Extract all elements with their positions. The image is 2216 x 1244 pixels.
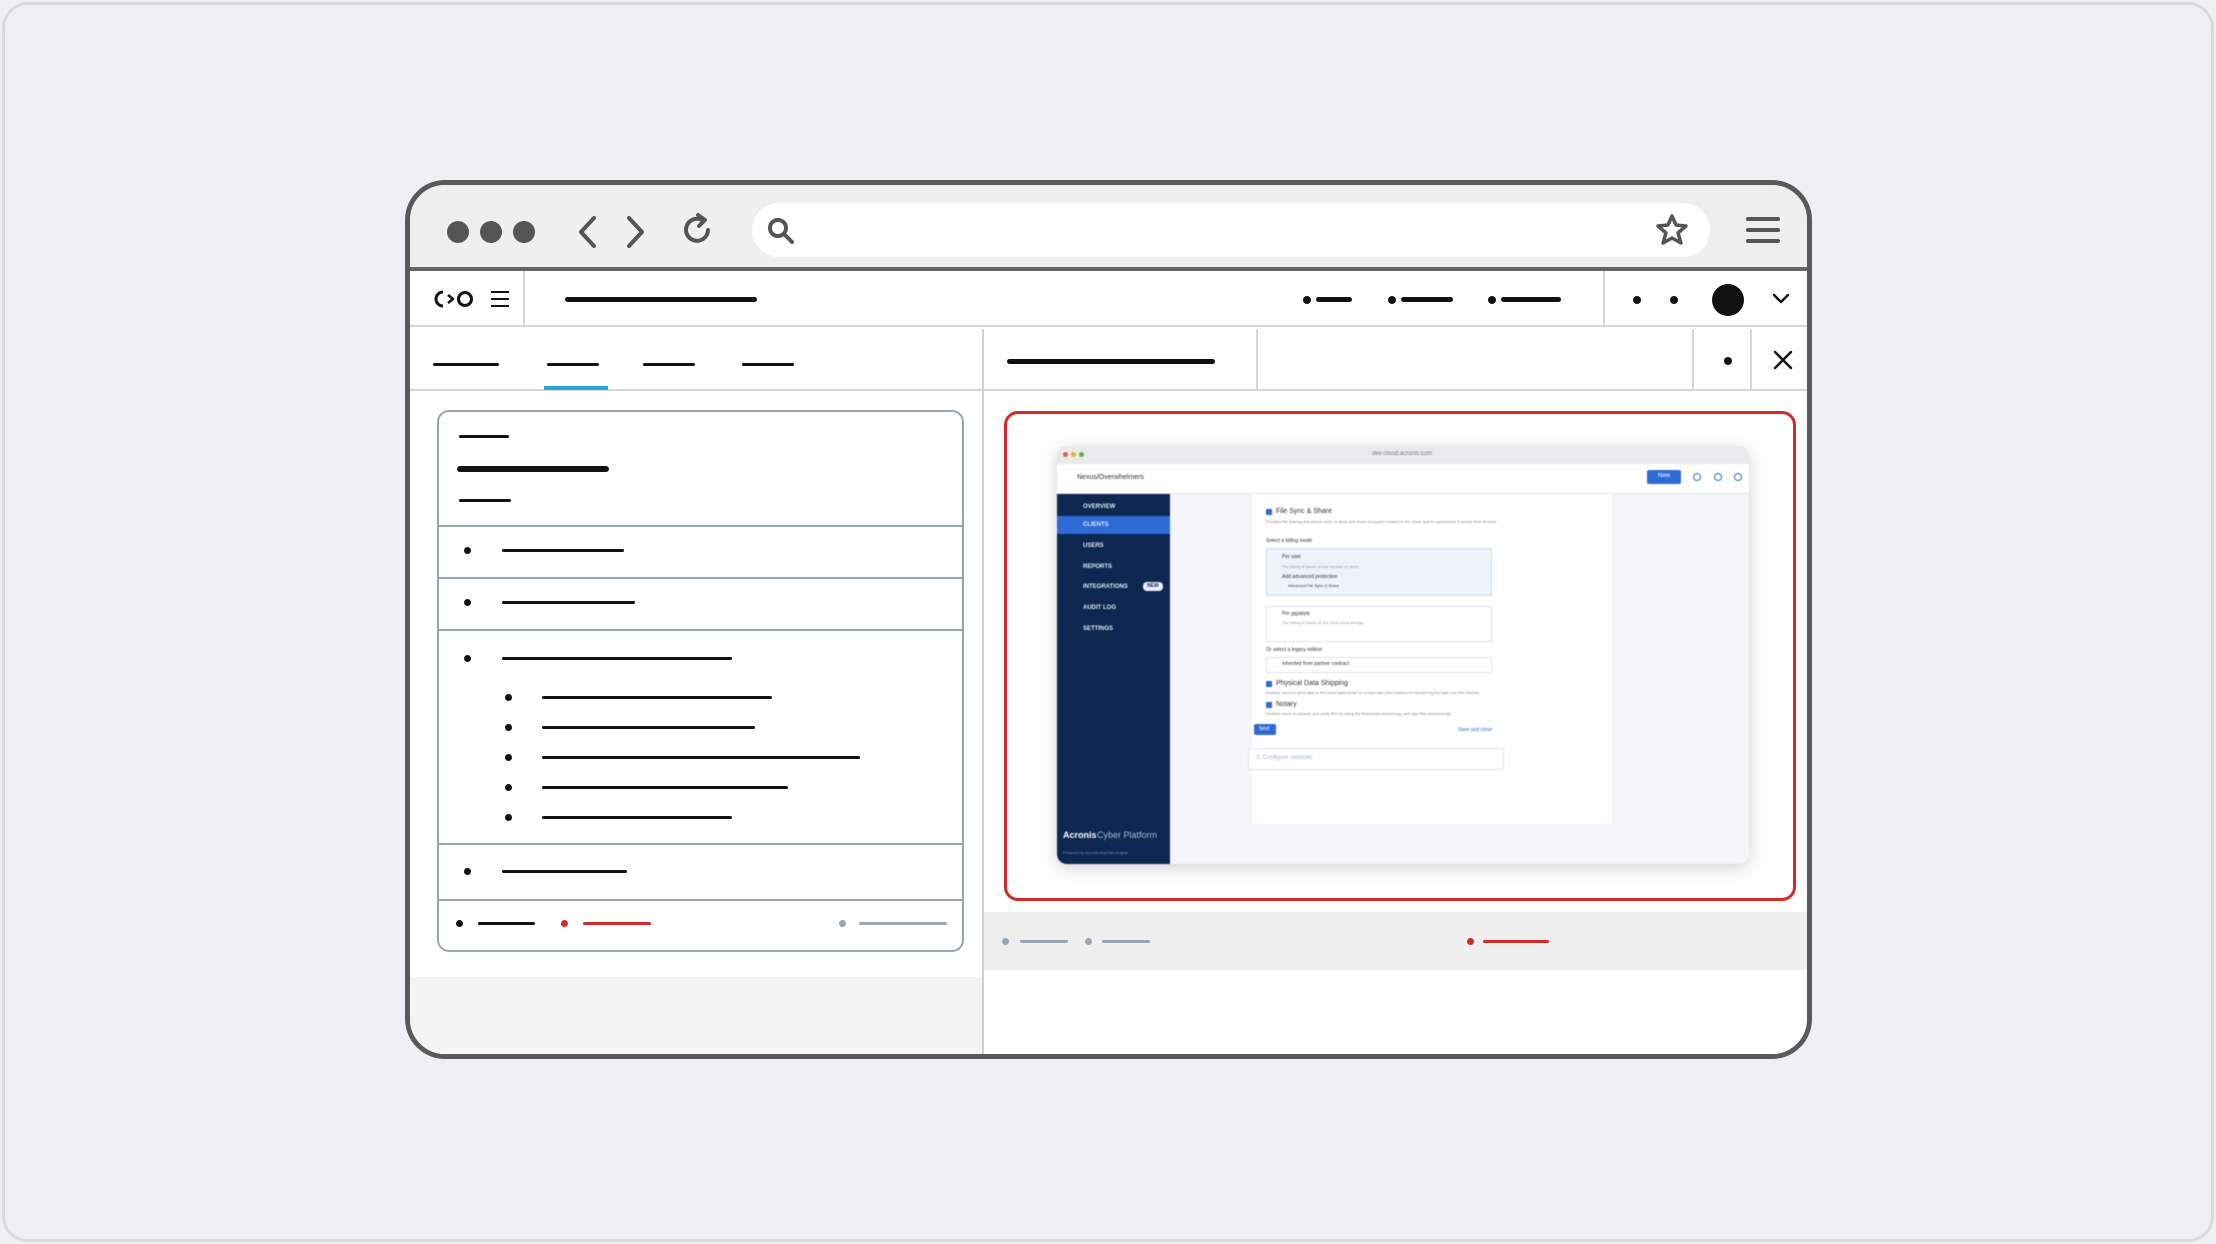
- menu-icon[interactable]: [1746, 215, 1780, 245]
- active-tab-indicator: [544, 386, 608, 390]
- list-item[interactable]: [502, 870, 627, 873]
- header-action-dot[interactable]: [1633, 296, 1641, 304]
- tab-3[interactable]: [643, 363, 695, 366]
- active-panel-tab[interactable]: [1007, 359, 1215, 364]
- footer-link-muted[interactable]: [859, 922, 947, 925]
- right-pane-footer: [984, 912, 1807, 970]
- list-item[interactable]: [502, 601, 635, 604]
- tab-divider: [1256, 329, 1258, 391]
- back-icon[interactable]: [576, 215, 600, 249]
- tab-divider: [1750, 329, 1752, 391]
- reload-icon[interactable]: [678, 211, 716, 249]
- window-dot-icon[interactable]: [480, 221, 502, 243]
- nav-link[interactable]: [1316, 297, 1352, 302]
- footer-bullet-muted: [1002, 938, 1009, 945]
- sub-bullet: [505, 814, 512, 821]
- header-divider: [1603, 271, 1605, 327]
- list-bullet: [464, 547, 471, 554]
- forward-icon[interactable]: [623, 215, 647, 249]
- list-bullet: [464, 599, 471, 606]
- close-icon[interactable]: [1773, 350, 1793, 370]
- sub-bullet: [505, 724, 512, 731]
- screenshot-preview-frame: dev-cloud.acronis.com Nexus/Overwhelmers…: [1004, 411, 1796, 901]
- card-subtitle: [459, 499, 511, 502]
- sub-list-item[interactable]: [542, 786, 788, 789]
- tab-1[interactable]: [433, 363, 499, 366]
- details-card: [437, 410, 964, 952]
- embedded-screenshot: dev-cloud.acronis.com Nexus/Overwhelmers…: [1057, 446, 1749, 864]
- footer-bullet-muted: [1085, 938, 1092, 945]
- list-bullet: [464, 655, 471, 662]
- sub-bullet: [505, 784, 512, 791]
- panel-action-dot[interactable]: [1724, 357, 1732, 365]
- app-header: [410, 271, 1807, 327]
- header-action-dot[interactable]: [1670, 296, 1678, 304]
- window-dot-icon[interactable]: [513, 221, 535, 243]
- sub-bullet: [505, 754, 512, 761]
- left-pane-footer: [410, 977, 984, 1054]
- avatar[interactable]: [1712, 284, 1744, 316]
- nav-link[interactable]: [1501, 297, 1561, 302]
- app-logo-icon: [434, 290, 473, 308]
- bookmark-star-icon[interactable]: [1655, 213, 1689, 247]
- sub-bullet: [505, 694, 512, 701]
- embedded-main: File Sync & Share Provides file sharing …: [1170, 494, 1749, 864]
- window-dot-icon[interactable]: [447, 221, 469, 243]
- footer-bullet-muted: [839, 920, 846, 927]
- browser-window: dev-cloud.acronis.com Nexus/Overwhelmers…: [405, 180, 1812, 1059]
- embedded-sidebar: OVERVIEW CLIENTS USERS REPORTS INTEGRATI…: [1057, 494, 1170, 864]
- footer-link-muted[interactable]: [1020, 940, 1068, 943]
- footer-link-red[interactable]: [1483, 940, 1549, 943]
- header-divider: [523, 271, 525, 327]
- embedded-header: Nexus/Overwhelmers New: [1057, 464, 1749, 494]
- nav-bullet: [1388, 296, 1396, 304]
- sub-list-item[interactable]: [542, 726, 755, 729]
- embedded-breadcrumb: Nexus/Overwhelmers: [1077, 474, 1144, 481]
- tab-divider: [1692, 329, 1694, 391]
- embedded-new-button: New: [1647, 470, 1681, 484]
- page-title: [565, 297, 757, 302]
- chevron-down-icon[interactable]: [1772, 293, 1790, 305]
- card-divider: [439, 843, 962, 845]
- card-divider: [439, 629, 962, 631]
- footer-link-red[interactable]: [583, 922, 651, 925]
- search-icon: [768, 218, 794, 244]
- nav-bullet: [1303, 296, 1311, 304]
- browser-toolbar: [410, 185, 1807, 271]
- list-item[interactable]: [502, 549, 624, 552]
- sub-list-item[interactable]: [542, 816, 732, 819]
- left-pane: [410, 329, 984, 1054]
- sub-list-item[interactable]: [542, 696, 772, 699]
- embedded-browser-bar: dev-cloud.acronis.com: [1057, 446, 1749, 464]
- nav-bullet: [1488, 296, 1496, 304]
- footer-link-muted[interactable]: [1102, 940, 1150, 943]
- tab-2[interactable]: [547, 363, 599, 366]
- footer-link[interactable]: [478, 922, 535, 925]
- embedded-form: File Sync & Share Provides file sharing …: [1248, 494, 1612, 824]
- hamburger-icon[interactable]: [490, 289, 510, 309]
- list-item[interactable]: [502, 657, 732, 660]
- nav-link[interactable]: [1401, 297, 1453, 302]
- right-tabs: [984, 329, 1807, 391]
- footer-bullet-red: [1467, 938, 1474, 945]
- card-title: [457, 466, 609, 472]
- embedded-address: dev-cloud.acronis.com: [1372, 451, 1433, 457]
- card-divider: [439, 525, 962, 527]
- right-pane: dev-cloud.acronis.com Nexus/Overwhelmers…: [984, 329, 1807, 1054]
- card-divider: [439, 577, 962, 579]
- address-bar[interactable]: [752, 203, 1710, 257]
- sub-list-item[interactable]: [542, 756, 860, 759]
- tab-4[interactable]: [742, 363, 794, 366]
- footer-bullet-red: [561, 920, 568, 927]
- left-tabs: [410, 329, 984, 391]
- list-bullet: [464, 868, 471, 875]
- footer-bullet: [456, 920, 463, 927]
- card-divider: [439, 899, 962, 901]
- card-caption: [459, 435, 509, 438]
